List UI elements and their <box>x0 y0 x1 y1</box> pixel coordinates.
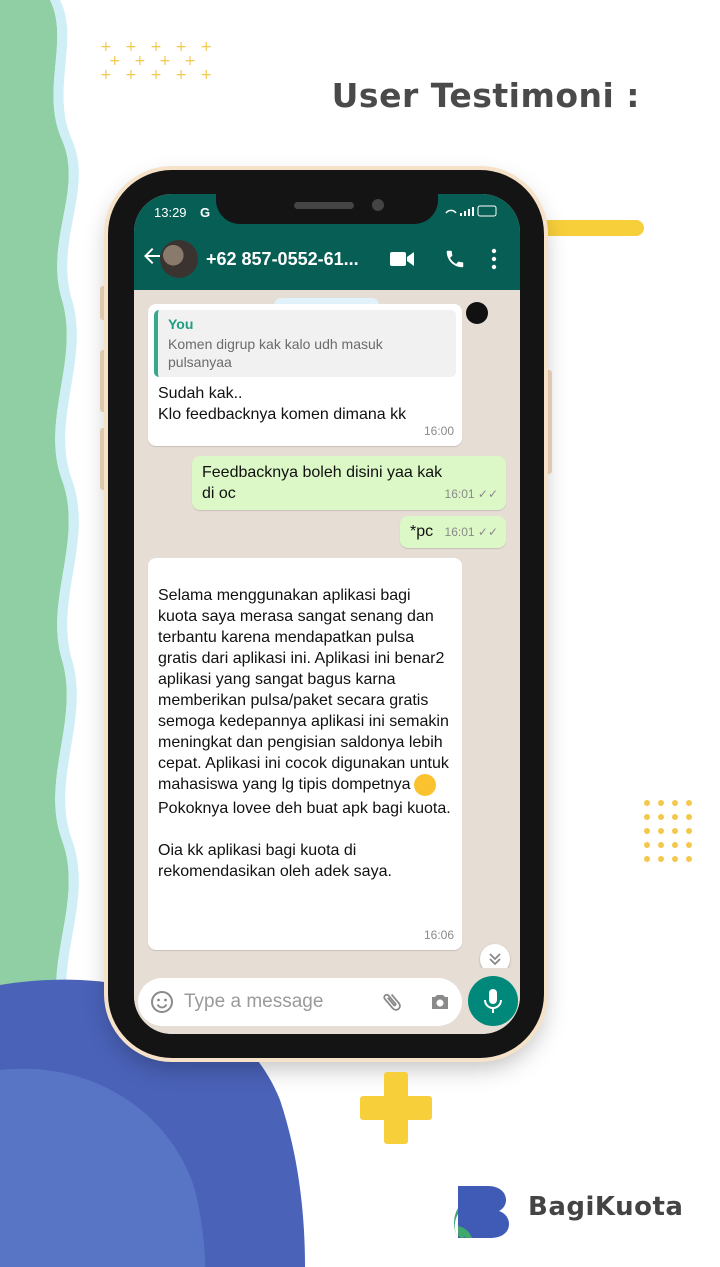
message-placeholder: Type a message <box>184 991 324 1012</box>
message-input-bar: Type a message <box>134 968 520 1034</box>
message-incoming[interactable]: You Komen digrup kak kalo udh masuk puls… <box>148 304 462 446</box>
message-time-with-read-ticks: 16:01 ✓✓ <box>445 522 498 543</box>
message-text-main: Selama menggunakan aplikasi bagi kuota s… <box>158 587 449 794</box>
chat-area[interactable]: JULY 13, 2021 You Komen digrup kak kalo … <box>134 290 520 980</box>
black-dot-marker <box>466 302 488 324</box>
brand-logo: BagiKuota <box>454 1182 684 1240</box>
status-time: 13:29 <box>154 205 187 220</box>
signal-battery-icon <box>444 205 498 220</box>
message-time: 16:01 <box>444 525 475 539</box>
message-text: Selama menggunakan aplikasi bagi kuota s… <box>148 558 462 796</box>
phone-side-button <box>100 350 108 412</box>
more-vert-icon[interactable] <box>490 248 498 270</box>
contact-name[interactable]: +62 857-0552-61... <box>206 249 359 270</box>
phone-side-button <box>100 286 108 320</box>
phone-screen: 13:29 G +62 857-0552-61... JULY 13, 2021… <box>134 194 520 1034</box>
page-title: User Testimoni : <box>331 76 640 115</box>
attach-icon[interactable] <box>380 990 404 1014</box>
message-text: Sudah kak.. Klo feedbacknya komen dimana… <box>158 385 407 423</box>
brand-name: BagiKuota <box>528 1192 684 1222</box>
message-incoming[interactable]: Selama menggunakan aplikasi bagi kuota s… <box>148 558 462 950</box>
message-time: 16:01 <box>444 487 475 501</box>
contact-avatar[interactable] <box>160 240 198 278</box>
emoji-icon[interactable] <box>150 990 174 1014</box>
phone-call-icon[interactable] <box>444 248 466 270</box>
message-outgoing[interactable]: *pc 16:01 ✓✓ <box>400 516 506 548</box>
message-time: 16:06 <box>423 928 454 942</box>
network-type-icon: G <box>200 205 211 220</box>
phone-speaker <box>294 202 354 209</box>
phone-side-button <box>100 428 108 490</box>
dot-pattern <box>644 800 704 862</box>
double-check-icon: ✓✓ <box>477 487 498 501</box>
message-time: 16:00 <box>423 424 454 438</box>
message-input[interactable]: Type a message <box>138 978 462 1026</box>
video-call-icon[interactable] <box>390 250 414 268</box>
phone-power-button <box>544 370 552 474</box>
message-outgoing[interactable]: Feedbacknya boleh disini yaa kak di oc 1… <box>192 456 506 510</box>
microphone-icon <box>484 989 502 1013</box>
yellow-plus-shape <box>360 1072 432 1144</box>
plus-pattern: + + + + + + + + + + + + + + <box>100 39 213 83</box>
laughing-emoji-icon <box>413 774 436 796</box>
quote-text: Komen digrup kak kalo udh masuk pulsanya… <box>168 336 383 370</box>
microphone-button[interactable] <box>468 976 518 1026</box>
bagikuota-logo-icon <box>454 1186 509 1238</box>
double-check-icon: ✓✓ <box>477 525 498 539</box>
camera-icon[interactable] <box>428 990 452 1014</box>
quote-author: You <box>168 316 194 332</box>
message-text-continued: Pokoknya lovee deh buat apk bagi kuota. … <box>158 800 451 880</box>
chat-header: +62 857-0552-61... <box>134 228 520 290</box>
phone-front-camera <box>372 199 384 211</box>
message-time-with-read-ticks: 16:01 ✓✓ <box>445 484 498 505</box>
quoted-message[interactable]: You Komen digrup kak kalo udh masuk puls… <box>154 310 456 377</box>
